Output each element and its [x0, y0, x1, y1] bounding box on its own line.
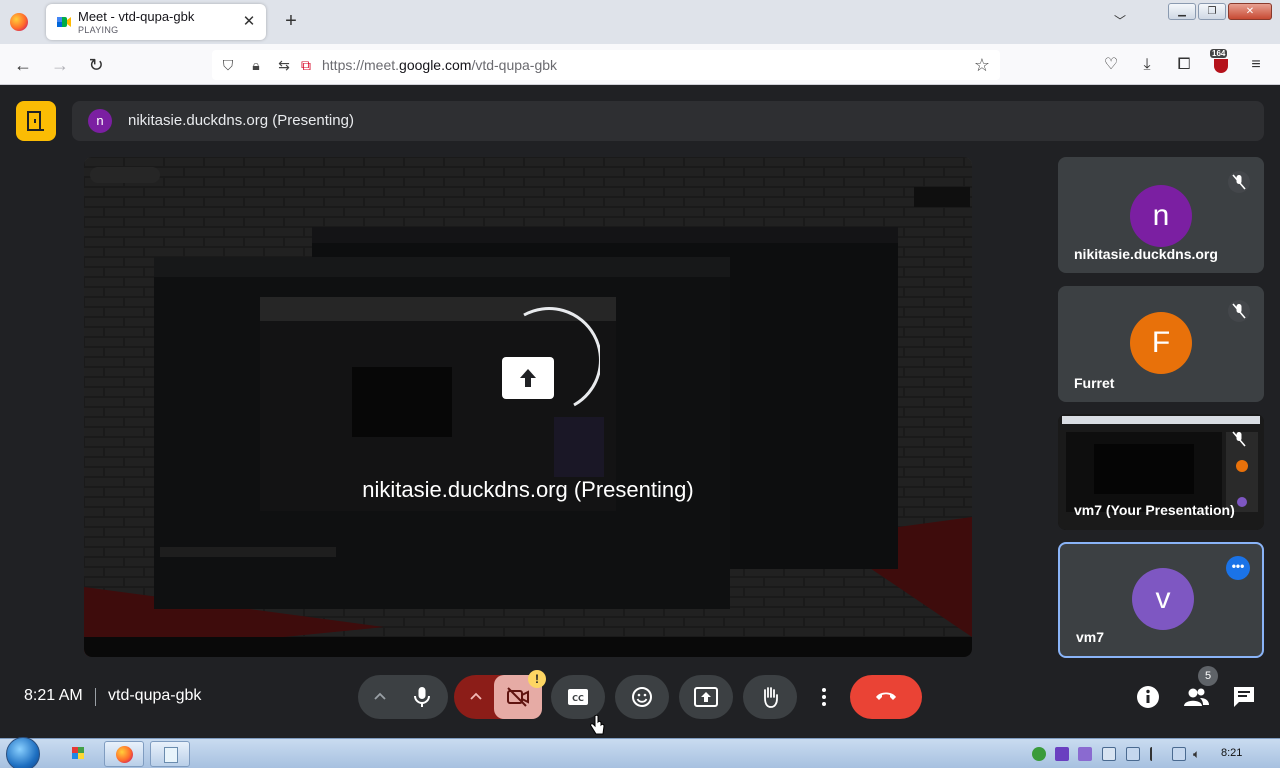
shield-icon[interactable]: ⛉ [218, 55, 238, 75]
notepad-icon [164, 747, 178, 763]
close-tab-icon[interactable]: ✕ [240, 13, 258, 31]
explorer-taskbar-button[interactable] [150, 741, 190, 767]
menu-icon[interactable]: ≡ [1243, 52, 1269, 78]
window-controls: ▁ ❐ ✕ [1168, 3, 1272, 20]
pocket-icon[interactable]: ♡ [1098, 52, 1124, 78]
network-globe-icon[interactable] [1032, 747, 1046, 761]
display-tray-icon[interactable] [1126, 747, 1140, 761]
start-button[interactable] [6, 737, 40, 768]
meeting-code: vtd-qupa-gbk [108, 687, 202, 704]
more-vert-icon [822, 688, 826, 706]
extensions-icon[interactable]: ⧠ [1171, 52, 1197, 78]
presenter-avatar: n [88, 109, 112, 133]
participant-name: Furret [1074, 375, 1115, 391]
avatar: v [1132, 568, 1194, 630]
raise-hand-button[interactable] [743, 675, 797, 719]
mic-off-icon [1228, 428, 1250, 450]
close-window-button[interactable]: ✕ [1228, 3, 1272, 20]
presenter-label: nikitasie.duckdns.org (Presenting) [128, 112, 354, 129]
firefox-taskbar-button[interactable] [104, 741, 144, 767]
divider [95, 688, 96, 706]
volume-icon[interactable]: 🔈︎ [1193, 747, 1207, 761]
chevron-up-icon[interactable] [372, 689, 388, 705]
meet-main: n nikitasie.duckdns.org (Presenting) nik… [0, 85, 1280, 738]
tab-bar: Meet - vtd-qupa-gbk PLAYING ✕ + ﹀ ▁ ❐ ✕ [0, 0, 1280, 44]
people-icon[interactable] [1182, 683, 1210, 711]
reactions-button[interactable] [615, 675, 669, 719]
ublock-extension-icon[interactable]: 164 [1210, 49, 1231, 73]
permissions-icon[interactable]: ⇆ [274, 55, 294, 75]
microphone-icon[interactable] [412, 686, 432, 708]
emoji-icon [632, 687, 652, 707]
hand-cursor-icon [590, 715, 605, 735]
door-icon[interactable] [16, 101, 56, 141]
minimize-button[interactable]: ▁ [1168, 3, 1196, 20]
more-options-icon[interactable]: ••• [1226, 556, 1250, 580]
hand-icon [764, 687, 778, 708]
meeting-clock: 8:21 AM [24, 687, 83, 704]
taskbar-clock[interactable]: 8:21 [1221, 747, 1242, 759]
network-tray-icon[interactable] [1172, 747, 1186, 761]
presentation-stage[interactable]: nikitasie.duckdns.org (Presenting) [84, 157, 972, 657]
presenting-banner: n nikitasie.duckdns.org (Presenting) [72, 101, 1264, 141]
mic-tray-icon[interactable] [1055, 747, 1069, 761]
reload-icon[interactable]: ↻ [83, 52, 109, 78]
forward-icon[interactable]: → [47, 52, 73, 78]
navigation-bar: ← → ↻ ⛉ 🔒︎ ⇆ ⧉ https://meet.google.com/v… [0, 44, 1280, 85]
mic-off-icon [1228, 300, 1250, 322]
window-tray-icon[interactable] [1078, 747, 1092, 761]
new-tab-icon[interactable]: + [280, 10, 302, 32]
download-icon[interactable]: ⤓ [1134, 52, 1160, 78]
chat-icon[interactable] [1230, 683, 1258, 711]
chevron-up-icon[interactable] [468, 689, 484, 705]
camera-warning-badge[interactable]: ! [528, 670, 546, 688]
windows-taskbar: 🔈︎ 8:21 [0, 737, 1280, 768]
back-icon[interactable]: ← [10, 52, 36, 78]
closed-captions-icon: CC [568, 689, 588, 705]
meeting-info-icon[interactable] [1134, 683, 1162, 711]
participant-tile-furret[interactable]: F Furret [1058, 286, 1264, 402]
participant-tile-self[interactable]: v vm7 ••• [1058, 542, 1264, 658]
url-bar[interactable]: ⛉ 🔒︎ ⇆ ⧉ https://meet.google.com/vtd-qup… [212, 50, 1000, 80]
bookmark-star-icon[interactable]: ☆ [974, 55, 990, 76]
more-options-button[interactable] [807, 675, 841, 719]
firefox-icon[interactable] [10, 13, 28, 31]
tab-title: Meet - vtd-qupa-gbk [78, 9, 195, 24]
mic-off-icon [1228, 171, 1250, 193]
participant-tile-nikitasie[interactable]: n nikitasie.duckdns.org [1058, 157, 1264, 273]
tab-meet[interactable]: Meet - vtd-qupa-gbk PLAYING ✕ [46, 4, 266, 40]
avatar: n [1130, 185, 1192, 247]
participant-name: vm7 (Your Presentation) [1074, 502, 1235, 518]
captions-button[interactable]: CC [551, 675, 605, 719]
url-text: https://meet.google.com/vtd-qupa-gbk [322, 57, 558, 73]
colorful-app-icon [72, 747, 84, 759]
stop-presenting-upload-button[interactable] [502, 357, 554, 399]
present-screen-button[interactable] [679, 675, 733, 719]
document-tray-icon[interactable] [1102, 747, 1116, 761]
mic-control-group [358, 675, 448, 719]
maximize-button[interactable]: ❐ [1198, 3, 1226, 20]
leave-call-button[interactable] [850, 675, 922, 719]
end-call-icon [876, 692, 896, 700]
svg-text:CC: CC [572, 694, 584, 703]
flag-tray-icon[interactable] [1150, 747, 1164, 761]
lock-icon[interactable]: 🔒︎ [246, 55, 266, 75]
avatar: F [1130, 312, 1192, 374]
people-count-badge: 5 [1198, 666, 1218, 686]
participant-name: vm7 [1076, 629, 1105, 645]
present-screen-icon [694, 687, 718, 707]
meet-favicon-icon [57, 17, 71, 27]
arrow-up-icon [520, 369, 536, 387]
participant-tile-presentation[interactable]: vm7 (Your Presentation) [1058, 414, 1264, 530]
tab-playing-label: PLAYING [78, 25, 119, 35]
participant-name: nikitasie.duckdns.org [1074, 246, 1218, 262]
stage-presenter-label: nikitasie.duckdns.org (Presenting) [362, 477, 694, 502]
door-glyph-icon [27, 111, 44, 131]
app-icon[interactable] [58, 741, 98, 767]
camera-off-icon [507, 687, 529, 707]
screen-share-indicator-icon[interactable]: ⧉ [296, 55, 316, 75]
chevron-down-icon[interactable]: ﹀ [1110, 12, 1130, 32]
firefox-icon [116, 746, 133, 763]
